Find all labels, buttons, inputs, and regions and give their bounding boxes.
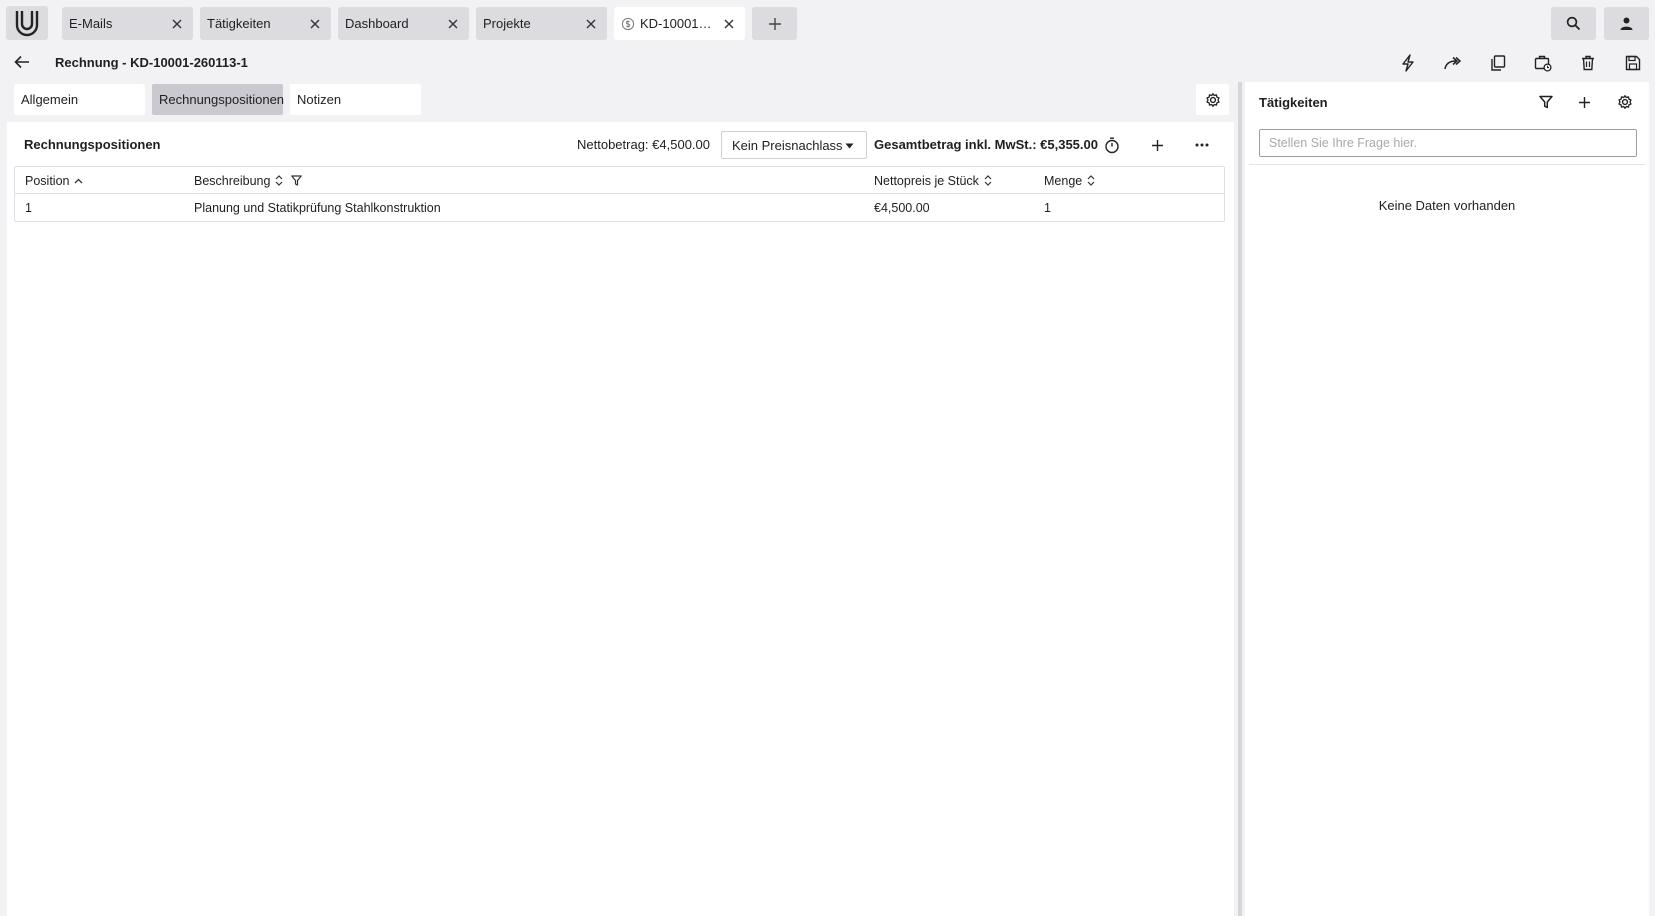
tab-label: Dashboard: [345, 16, 409, 31]
app-logo[interactable]: [6, 6, 48, 40]
filter-icon[interactable]: [291, 175, 303, 186]
tab-label: Tätigkeiten: [207, 16, 271, 31]
page-title: Rechnung - KD-10001-260113-1: [55, 55, 248, 70]
subtab-label: Notizen: [297, 92, 342, 107]
column-label: Menge: [1044, 173, 1083, 188]
cell-menge: 1: [1044, 200, 1051, 215]
quick-action-button[interactable]: [1397, 52, 1419, 74]
caret-down-icon: [845, 143, 854, 149]
stopwatch-icon: [1105, 137, 1119, 153]
forward-button[interactable]: [1442, 52, 1464, 74]
close-icon[interactable]: [169, 16, 185, 32]
sort-ascending-icon[interactable]: [74, 178, 83, 184]
close-icon[interactable]: [583, 16, 599, 32]
tab-dashboard[interactable]: Dashboard: [338, 7, 469, 40]
activities-question-input[interactable]: [1259, 129, 1637, 157]
column-label: Position: [25, 173, 70, 188]
copy-icon: [1491, 55, 1506, 71]
briefcase-clock-icon: [1534, 55, 1552, 72]
arrow-left-icon: [14, 55, 29, 69]
plus-icon: [768, 17, 781, 30]
global-search-button[interactable]: [1551, 7, 1596, 40]
divider: [1249, 164, 1645, 165]
dollar-circle-icon: [621, 17, 635, 31]
activities-filter-button[interactable]: [1535, 91, 1557, 113]
cell-position: 1: [25, 200, 32, 215]
lightning-icon: [1402, 54, 1414, 72]
subtab-label: Allgemein: [21, 92, 79, 107]
discount-select[interactable]: Kein Preisnachlass: [721, 131, 867, 159]
close-icon[interactable]: [445, 16, 461, 32]
tab-emails[interactable]: E-Mails: [62, 7, 193, 40]
subtab-allgemein[interactable]: Allgemein: [14, 84, 145, 115]
copy-button[interactable]: [1487, 52, 1509, 74]
column-header-beschreibung[interactable]: Beschreibung: [194, 167, 303, 194]
schedule-button[interactable]: [1532, 52, 1554, 74]
search-icon: [1566, 16, 1581, 31]
tab-projekte[interactable]: Projekte: [476, 7, 607, 40]
app-logo-icon: [15, 11, 39, 37]
net-amount: Nettobetrag: €4,500.00: [577, 137, 710, 152]
save-button[interactable]: [1622, 52, 1644, 74]
subtab-notizen[interactable]: Notizen: [290, 84, 421, 115]
save-icon: [1625, 55, 1641, 71]
gear-icon: [1205, 92, 1220, 107]
top-tab-bar: E-Mails Tätigkeiten Dashboard Projekte K…: [0, 0, 1655, 42]
cell-nettopreis: €4,500.00: [874, 200, 930, 215]
column-label: Nettopreis je Stück: [874, 173, 979, 188]
filter-icon: [1539, 95, 1553, 109]
add-position-button[interactable]: [1146, 134, 1168, 156]
activities-settings-button[interactable]: [1614, 91, 1636, 113]
user-account-button[interactable]: [1604, 7, 1649, 40]
invoice-main-panel: Allgemein Rechnungspositionen Notizen Re…: [7, 82, 1234, 916]
section-title: Rechnungspositionen: [24, 137, 161, 152]
sort-icon[interactable]: [1087, 175, 1095, 186]
discount-selected-value: Kein Preisnachlass: [732, 137, 843, 153]
column-label: Beschreibung: [194, 173, 271, 188]
gear-icon: [1618, 95, 1632, 109]
timer-button[interactable]: [1101, 134, 1123, 156]
tab-invoice[interactable]: KD-10001-26...: [614, 7, 745, 40]
subtab-label: Rechnungspositionen: [159, 92, 285, 107]
plus-icon: [1151, 139, 1163, 151]
column-header-position[interactable]: Position: [25, 167, 83, 194]
activities-panel: Tätigkeiten Keine Daten vorhanden: [1245, 82, 1649, 916]
column-header-menge[interactable]: Menge: [1044, 167, 1095, 194]
trash-icon: [1582, 55, 1594, 71]
panel-settings-button[interactable]: [1196, 84, 1229, 115]
tab-label: E-Mails: [69, 16, 113, 31]
table-header: Position Beschreibung Nettopreis je Stüc…: [15, 167, 1224, 194]
subtabs: Allgemein Rechnungspositionen Notizen: [7, 82, 1234, 122]
positions-table: Position Beschreibung Nettopreis je Stüc…: [14, 166, 1225, 222]
subtab-rechnungspositionen[interactable]: Rechnungspositionen: [152, 84, 285, 115]
sort-icon[interactable]: [984, 175, 992, 186]
empty-state-text: Keine Daten vorhanden: [1378, 198, 1516, 213]
close-icon[interactable]: [307, 16, 323, 32]
tab-label: Projekte: [483, 16, 531, 31]
user-icon: [1620, 17, 1633, 30]
positions-section-header: Rechnungspositionen Nettobetrag: €4,500.…: [7, 122, 1234, 166]
back-button[interactable]: [12, 52, 32, 72]
share-forward-icon: [1444, 56, 1462, 70]
delete-button[interactable]: [1577, 52, 1599, 74]
record-header: Rechnung - KD-10001-260113-1: [0, 42, 1655, 82]
sort-icon[interactable]: [275, 175, 283, 186]
add-tab-button[interactable]: [752, 7, 797, 40]
close-icon[interactable]: [721, 16, 737, 32]
activities-add-button[interactable]: [1573, 91, 1595, 113]
more-options-button[interactable]: [1191, 134, 1213, 156]
total-amount: Gesamtbetrag inkl. MwSt.: €5,355.00: [874, 137, 1098, 152]
plus-icon: [1578, 96, 1590, 108]
panel-resize-handle[interactable]: [1238, 82, 1242, 916]
tab-taetigkeiten[interactable]: Tätigkeiten: [200, 7, 331, 40]
tab-label: KD-10001-26...: [640, 16, 715, 31]
cell-beschreibung: Planung und Statikprüfung Stahlkonstrukt…: [194, 200, 441, 215]
table-row[interactable]: 1 Planung und Statikprüfung Stahlkonstru…: [15, 194, 1224, 221]
column-header-nettopreis[interactable]: Nettopreis je Stück: [874, 167, 992, 194]
activities-title: Tätigkeiten: [1259, 95, 1328, 110]
more-horizontal-icon: [1195, 143, 1209, 147]
